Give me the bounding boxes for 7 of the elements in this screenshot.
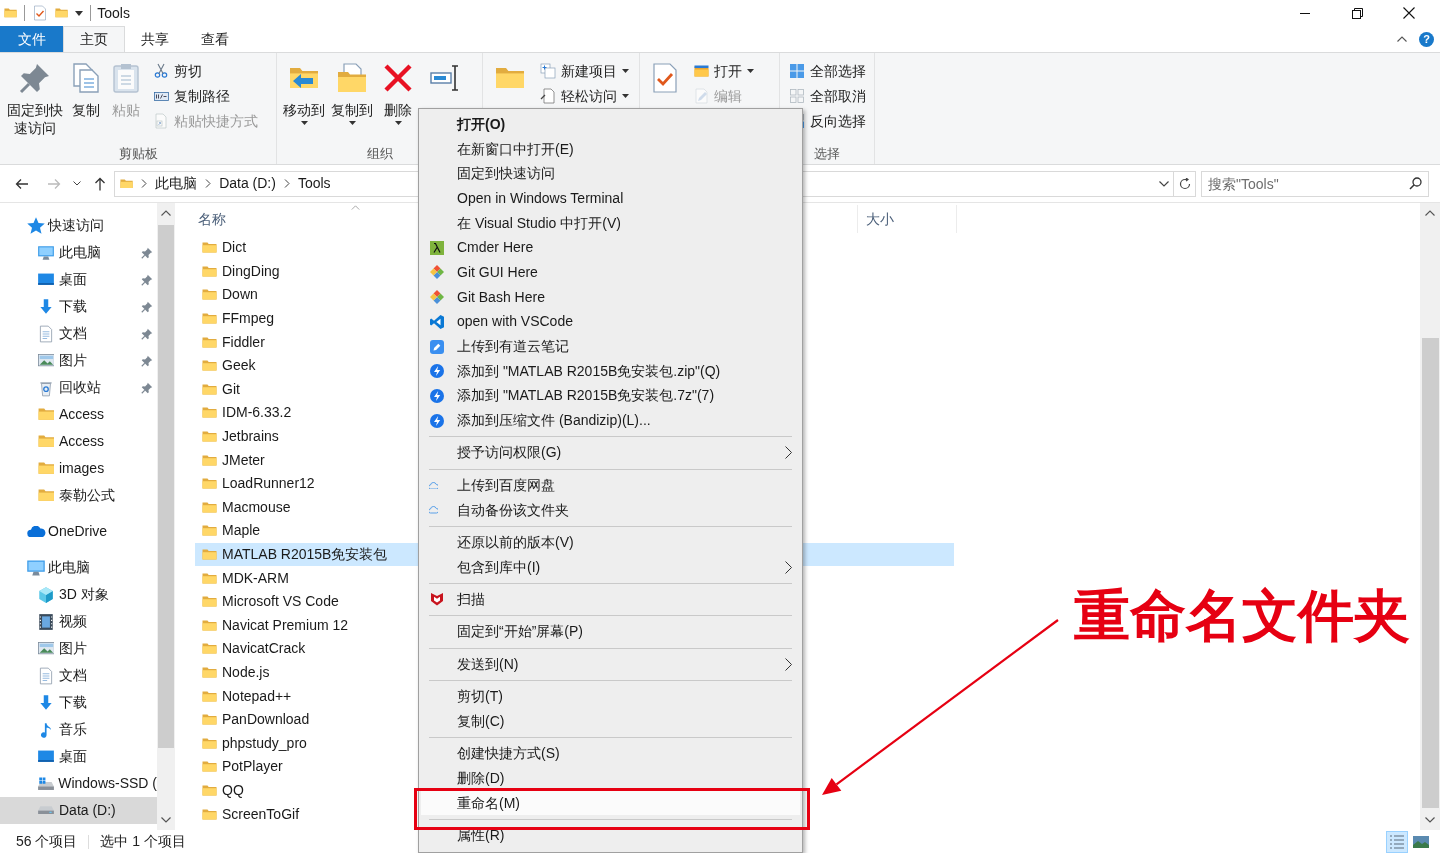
callout-text: 重命名文件夹 <box>1074 583 1410 649</box>
item-count: 56 个项目 <box>16 832 78 851</box>
group-label: 剪贴板 <box>118 145 158 164</box>
group-label: 组织 <box>366 145 393 164</box>
group-label: 选择 <box>814 145 840 164</box>
window-title: Tools <box>97 3 130 23</box>
selection-count: 选中 1 个项目 <box>100 832 187 851</box>
